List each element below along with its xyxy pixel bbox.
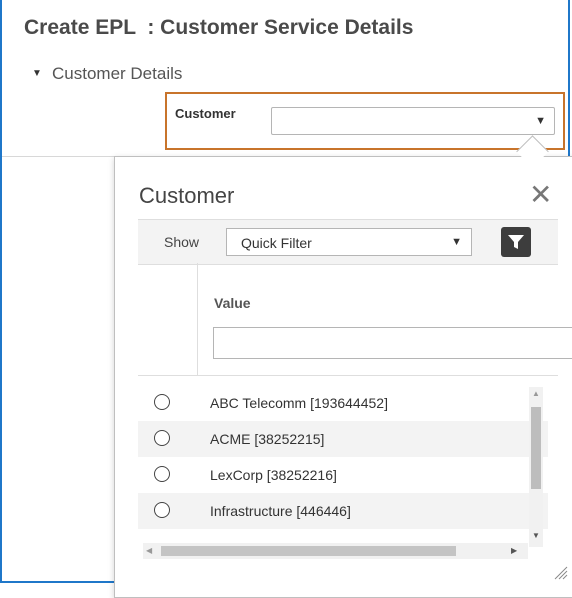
resize-grip-icon[interactable] bbox=[552, 564, 568, 580]
page-title: Create EPL : Customer Service Details bbox=[24, 16, 414, 39]
section-divider bbox=[2, 156, 114, 157]
customer-label: Customer bbox=[175, 106, 236, 121]
funnel-icon bbox=[508, 235, 524, 249]
list-item-label: ABC Telecomm [193644452] bbox=[210, 395, 388, 411]
horizontal-scrollbar[interactable]: ◀ ▶ bbox=[143, 543, 528, 559]
show-label: Show bbox=[164, 234, 200, 250]
customer-picker-popup: Customer ✕ Show Quick Filter ▼ Value ABC… bbox=[114, 156, 572, 598]
scroll-down-icon[interactable]: ▼ bbox=[532, 531, 540, 540]
vertical-scrollbar[interactable]: ▲ ▼ bbox=[529, 387, 543, 547]
customer-select[interactable]: ▼ bbox=[271, 107, 555, 135]
filter-bar: Show Quick Filter ▼ bbox=[138, 219, 558, 265]
customer-list: ABC Telecomm [193644452] ACME [38252215]… bbox=[138, 385, 548, 529]
value-column-title: Value bbox=[214, 295, 251, 311]
list-item[interactable]: Infrastructure [446446] bbox=[138, 493, 548, 529]
popup-title: Customer bbox=[139, 183, 235, 208]
scroll-left-icon[interactable]: ◀ bbox=[146, 546, 152, 555]
radio-button[interactable] bbox=[154, 466, 170, 482]
list-item[interactable]: ABC Telecomm [193644452] bbox=[138, 385, 548, 421]
list-item-label: ACME [38252215] bbox=[210, 431, 325, 447]
chevron-down-icon[interactable]: ▼ bbox=[535, 115, 546, 127]
scroll-thumb[interactable] bbox=[531, 407, 541, 489]
radio-button[interactable] bbox=[154, 430, 170, 446]
scroll-thumb[interactable] bbox=[161, 546, 456, 556]
filter-button[interactable] bbox=[501, 227, 531, 257]
list-item[interactable]: ACME [38252215] bbox=[138, 421, 548, 457]
value-filter-input[interactable] bbox=[213, 327, 572, 359]
radio-button[interactable] bbox=[154, 502, 170, 518]
column-divider bbox=[197, 263, 198, 375]
scroll-right-icon[interactable]: ▶ bbox=[511, 546, 517, 555]
chevron-down-icon[interactable]: ▼ bbox=[451, 236, 462, 248]
quick-filter-select[interactable]: Quick Filter ▼ bbox=[226, 228, 472, 256]
section-title[interactable]: Customer Details bbox=[52, 64, 182, 84]
collapse-triangle-icon[interactable]: ▼ bbox=[32, 68, 42, 79]
list-item-label: LexCorp [38252216] bbox=[210, 467, 337, 483]
close-icon[interactable]: ✕ bbox=[529, 181, 552, 209]
scroll-up-icon[interactable]: ▲ bbox=[532, 389, 540, 398]
radio-button[interactable] bbox=[154, 394, 170, 410]
quick-filter-value: Quick Filter bbox=[241, 235, 312, 251]
list-item[interactable]: LexCorp [38252216] bbox=[138, 457, 548, 493]
column-header: Value bbox=[138, 263, 572, 376]
list-item-label: Infrastructure [446446] bbox=[210, 503, 351, 519]
